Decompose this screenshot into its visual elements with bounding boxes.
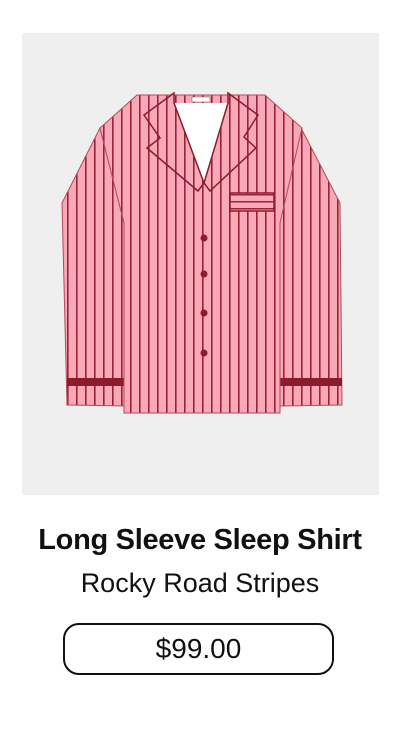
product-name[interactable]: Long Sleeve Sleep Shirt xyxy=(0,524,400,557)
product-card[interactable]: Long Sleeve Sleep Shirt Rocky Road Strip… xyxy=(0,0,400,738)
product-variant: Rocky Road Stripes xyxy=(80,568,320,598)
price-button[interactable]: $99.00 xyxy=(63,623,334,675)
product-image[interactable] xyxy=(22,33,379,495)
striped-pajama-shirt-image xyxy=(61,91,343,414)
